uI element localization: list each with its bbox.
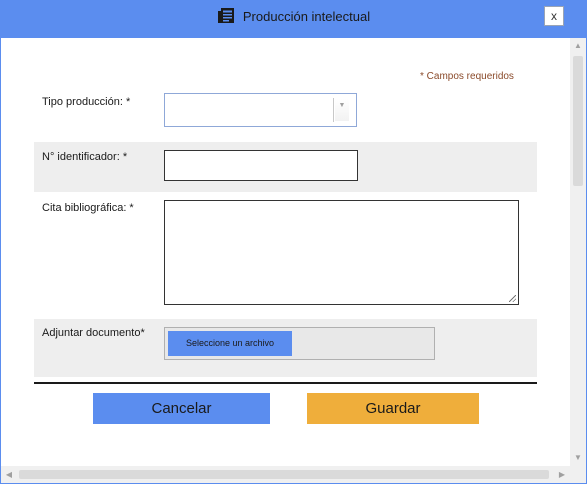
dialog-title: Producción intelectual <box>242 8 371 24</box>
newspaper-icon <box>217 7 235 25</box>
scroll-down-icon[interactable]: ▼ <box>570 450 586 466</box>
horizontal-scrollbar[interactable]: ◀ ▶ <box>1 466 570 483</box>
tipo-produccion-select[interactable]: ▼ <box>164 93 357 127</box>
scroll-up-icon[interactable]: ▲ <box>570 38 586 54</box>
identificador-input[interactable] <box>164 150 358 181</box>
identificador-label: N° identificador: * <box>42 151 128 163</box>
tipo-produccion-label: Tipo producción: * <box>42 96 131 108</box>
scroll-right-icon[interactable]: ▶ <box>554 466 570 483</box>
cancel-button[interactable]: Cancelar <box>93 393 270 424</box>
file-upload-field: Seleccione un archivo <box>164 327 435 360</box>
horizontal-scroll-thumb[interactable] <box>19 470 549 479</box>
dialog-content: * Campos requeridos Tipo producción: * ▼… <box>1 38 570 466</box>
resize-grip-icon[interactable] <box>509 295 516 302</box>
scroll-left-icon[interactable]: ◀ <box>1 466 17 483</box>
save-button[interactable]: Guardar <box>307 393 479 424</box>
required-fields-note: * Campos requeridos <box>420 71 514 82</box>
row-cita: Cita bibliográfica: * <box>34 192 537 319</box>
vertical-scroll-thumb[interactable] <box>573 56 583 186</box>
adjuntar-label: Adjuntar documento* <box>42 327 145 339</box>
chevron-down-icon[interactable]: ▼ <box>335 99 349 121</box>
dialog-title-group: Producción intelectual <box>1 1 586 31</box>
select-file-button[interactable]: Seleccione un archivo <box>168 331 292 356</box>
vertical-scrollbar[interactable]: ▲ ▼ <box>570 38 586 466</box>
select-divider <box>333 98 334 122</box>
cita-label: Cita bibliográfica: * <box>42 202 134 214</box>
row-adjuntar: Adjuntar documento* Seleccione un archiv… <box>34 319 537 377</box>
form-separator <box>34 382 537 384</box>
produccion-dialog: Producción intelectual x * Campos requer… <box>0 0 587 484</box>
cita-textarea[interactable] <box>164 200 519 305</box>
row-tipo-produccion: Tipo producción: * ▼ <box>34 88 537 136</box>
close-button[interactable]: x <box>544 6 564 26</box>
dialog-titlebar: Producción intelectual x <box>1 1 586 38</box>
scrollbar-corner <box>570 466 586 483</box>
row-identificador: N° identificador: * <box>34 142 537 192</box>
